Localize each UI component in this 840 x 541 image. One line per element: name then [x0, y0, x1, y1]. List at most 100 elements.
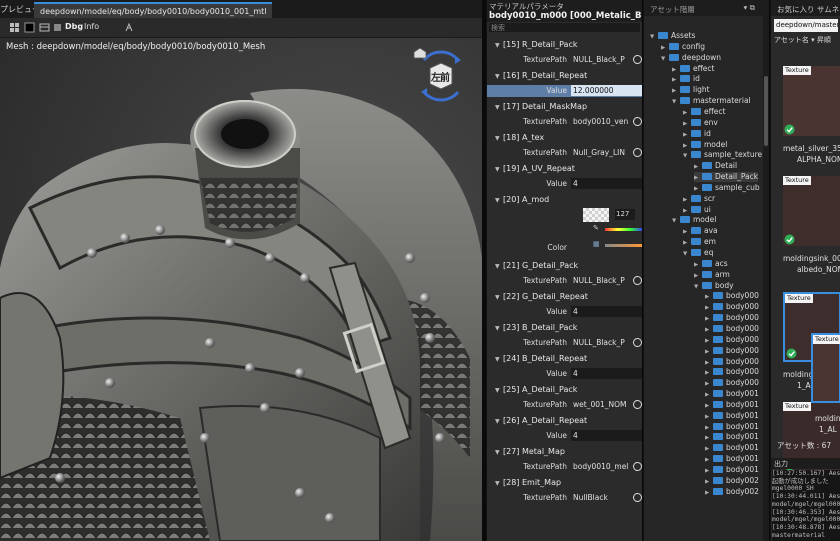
expand-right-icon[interactable]: ▶ — [694, 175, 702, 181]
black-background-icon[interactable] — [24, 22, 35, 33]
expand-right-icon[interactable]: ▶ — [705, 457, 713, 463]
collapse-arrow-icon[interactable]: ▼ — [495, 197, 503, 204]
expand-right-icon[interactable]: ▶ — [705, 403, 713, 409]
tree-node[interactable]: ▶ arm — [694, 270, 730, 280]
collapse-arrow-icon[interactable]: ▼ — [495, 356, 503, 363]
clear-texture-icon[interactable] — [633, 462, 642, 471]
collapse-arrow-icon[interactable]: ▼ — [495, 42, 503, 49]
tree-node[interactable]: ▶ body001 — [705, 465, 759, 475]
clear-texture-icon[interactable] — [633, 148, 642, 157]
tree-node[interactable]: ▶ body000 — [705, 346, 759, 356]
expand-right-icon[interactable]: ▶ — [705, 370, 713, 376]
tree-node[interactable]: ▶ body000 — [705, 302, 759, 312]
parameter-group-header[interactable]: ▼ [26] A_Detail_Repeat — [487, 416, 642, 429]
info-toggle[interactable]: Info — [84, 22, 99, 31]
tree-node[interactable]: ▼ deepdown — [661, 53, 721, 63]
navigation-cube[interactable]: 左前 — [410, 46, 472, 106]
value-field[interactable]: 4 — [571, 178, 642, 189]
texture-path-field[interactable]: NULL_Black_P — [571, 275, 633, 286]
tree-node[interactable]: ▼ eq — [683, 248, 713, 258]
collapse-arrow-icon[interactable]: ▼ — [495, 325, 503, 332]
tree-node[interactable]: ▼ mastermaterial — [672, 96, 751, 106]
parameter-group-header[interactable]: ▼ [18] A_tex — [487, 133, 642, 146]
texture-path-field[interactable]: NULL_Black_P — [571, 54, 633, 65]
expand-right-icon[interactable]: ▶ — [672, 88, 680, 94]
tree-node[interactable]: ▶ ava — [683, 226, 718, 236]
tree-node[interactable]: ▶ body000 — [705, 335, 759, 345]
expand-right-icon[interactable]: ▶ — [694, 273, 702, 279]
collapse-arrow-icon[interactable]: ▼ — [495, 73, 503, 80]
collapse-arrow-icon[interactable]: ▼ — [495, 480, 503, 487]
parameter-group-header[interactable]: ▼ [17] Detail_MaskMap — [487, 102, 642, 115]
alpha-value[interactable]: 127 — [615, 209, 635, 220]
debug-icon[interactable] — [52, 22, 63, 33]
tree-node[interactable]: ▶ body001 — [705, 400, 759, 410]
dragged-asset-thumbnail[interactable]: Texture — [811, 333, 840, 403]
parameter-group-header[interactable]: ▼ [16] R_Detail_Repeat — [487, 71, 642, 84]
tree-node[interactable]: ▶ acs — [694, 259, 728, 269]
tree-node[interactable]: ▶ model — [683, 140, 727, 150]
expand-down-icon[interactable]: ▼ — [650, 34, 658, 40]
collapse-arrow-icon[interactable]: ▼ — [495, 135, 503, 142]
tree-node[interactable]: ▼ sample_texture — [683, 150, 762, 160]
expand-right-icon[interactable]: ▶ — [705, 305, 713, 311]
tree-node[interactable]: ▶ body000 — [705, 357, 759, 367]
preview-document-tab[interactable]: deepdown/model/eq/body/body0010/body0010… — [34, 2, 273, 18]
texture-path-field[interactable]: NullBlack — [571, 492, 633, 503]
tree-node[interactable]: ▶ ui — [683, 205, 711, 215]
expand-right-icon[interactable]: ▶ — [705, 479, 713, 485]
tree-node[interactable]: ▶ id — [683, 129, 711, 139]
collapse-arrow-icon[interactable]: ▼ — [495, 449, 503, 456]
expand-right-icon[interactable]: ▶ — [683, 229, 691, 235]
expand-right-icon[interactable]: ▶ — [705, 327, 713, 333]
tree-node[interactable]: ▶ body001 — [705, 389, 759, 399]
collapse-arrow-icon[interactable]: ▼ — [495, 294, 503, 301]
expand-right-icon[interactable]: ▶ — [683, 110, 691, 116]
expand-right-icon[interactable]: ▶ — [694, 186, 702, 192]
parameter-group-header[interactable]: ▼ [28] Emit_Map — [487, 478, 642, 491]
parameter-group-header[interactable]: ▼ [22] G_Detail_Repeat — [487, 292, 642, 305]
expand-right-icon[interactable]: ▶ — [683, 208, 691, 214]
expand-right-icon[interactable]: ▶ — [683, 132, 691, 138]
layout-icon[interactable] — [39, 22, 50, 33]
expand-right-icon[interactable]: ▶ — [705, 435, 713, 441]
expand-down-icon[interactable]: ▼ — [683, 251, 691, 257]
tree-node[interactable]: ▶ sample_cub — [694, 183, 760, 193]
parameter-group-header[interactable]: ▼ [25] A_Detail_Pack — [487, 385, 642, 398]
expand-down-icon[interactable]: ▼ — [672, 218, 680, 224]
tree-node[interactable]: ▶ effect — [672, 64, 714, 74]
parameter-group-header[interactable]: ▼ [23] B_Detail_Pack — [487, 323, 642, 336]
material-search-input[interactable]: 検索 — [489, 23, 640, 32]
preview-viewport[interactable]: プレビュー deepdown/model/eq/body/body0010/bo… — [0, 0, 482, 541]
texture-path-field[interactable]: wet_001_NOM — [571, 399, 633, 410]
parameter-group-header[interactable]: ▼ [19] A_UV_Repeat — [487, 164, 642, 177]
clear-texture-icon[interactable] — [633, 400, 642, 409]
texture-path-field[interactable]: Null_Gray_LIN — [571, 147, 633, 158]
color-swatch[interactable] — [583, 208, 609, 222]
tree-node[interactable]: ▶ id — [672, 74, 700, 84]
tree-node[interactable]: ▼ body — [694, 281, 734, 291]
collapse-arrow-icon[interactable]: ▼ — [495, 263, 503, 270]
asset-sort-control[interactable]: アセット名 ▾ 昇順 — [771, 34, 840, 46]
clear-texture-icon[interactable] — [633, 338, 642, 347]
expand-right-icon[interactable]: ▶ — [705, 490, 713, 496]
tree-node[interactable]: ▶ body000 — [705, 378, 759, 388]
asset-path-field[interactable]: deepdown/mastermat — [774, 19, 838, 32]
favorites-tabs[interactable]: お気に入り サムネイル — [771, 0, 840, 16]
tree-node[interactable]: ▶ Detail — [694, 161, 737, 171]
asset-thumbnail[interactable]: Texture — [783, 66, 840, 136]
color-slider-rgb[interactable] — [605, 228, 642, 231]
parameter-group-header[interactable]: ▼ [20] A_mod — [487, 195, 642, 208]
expand-down-icon[interactable]: ▼ — [661, 56, 669, 62]
expand-right-icon[interactable]: ▶ — [705, 381, 713, 387]
parameter-group-header[interactable]: ▼ [27] Metal_Map — [487, 447, 642, 460]
tree-node[interactable]: ▶ body000 — [705, 291, 759, 301]
transform-icon[interactable] — [124, 22, 135, 33]
material-panel-tab[interactable]: マテリアルパラメータ — [487, 0, 642, 11]
tree-node[interactable]: ▶ body001 — [705, 443, 759, 453]
tree-node[interactable]: ▶ scr — [683, 194, 715, 204]
tree-node[interactable]: ▼ model — [672, 215, 716, 225]
texture-path-field[interactable]: body0010_mel — [571, 461, 633, 472]
expand-right-icon[interactable]: ▶ — [683, 121, 691, 127]
expand-right-icon[interactable]: ▶ — [705, 425, 713, 431]
